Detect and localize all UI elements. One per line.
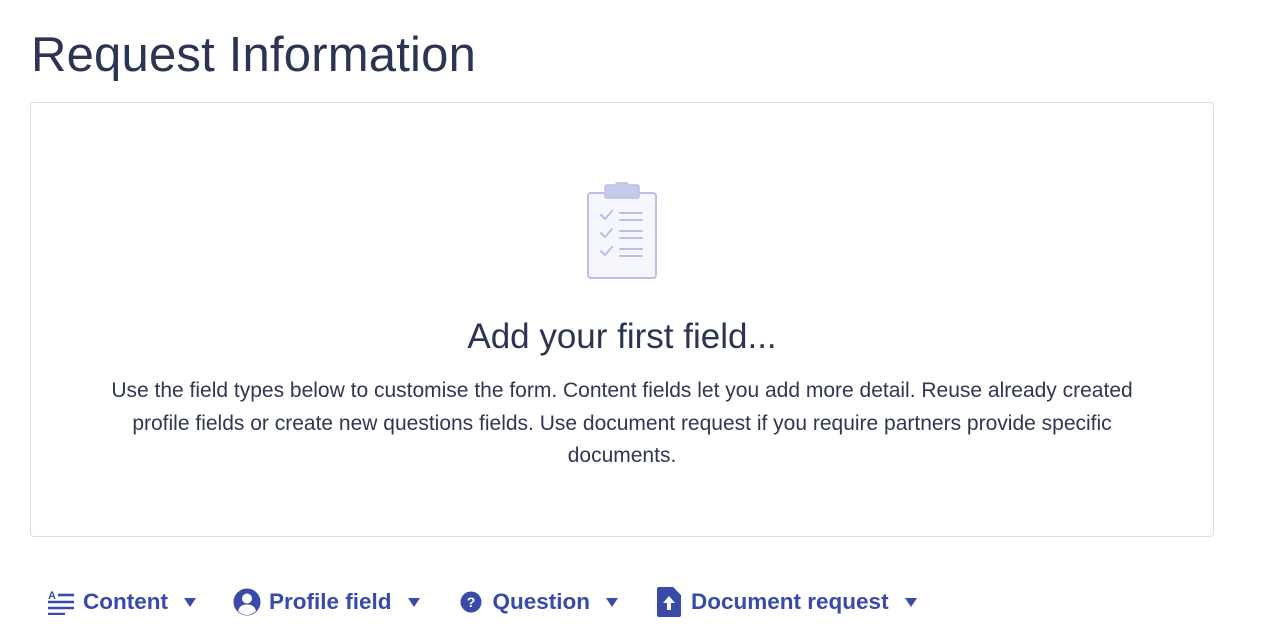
content-button[interactable]: A Content xyxy=(46,580,197,624)
field-type-toolbar: A Content Profile field ? Question Docum… xyxy=(46,580,953,624)
chevron-down-icon xyxy=(183,595,197,609)
user-circle-icon xyxy=(232,587,262,617)
text-content-icon: A xyxy=(46,587,76,617)
svg-text:A: A xyxy=(48,590,56,602)
question-button-label: Question xyxy=(492,589,591,614)
clipboard-checklist-icon xyxy=(587,182,657,279)
document-upload-icon xyxy=(654,587,684,617)
chevron-down-icon xyxy=(407,595,421,609)
profile-field-button-label: Profile field xyxy=(268,589,392,614)
empty-state-heading: Add your first field... xyxy=(467,317,777,356)
profile-field-button[interactable]: Profile field xyxy=(232,580,421,624)
empty-state-description: Use the field types below to customise t… xyxy=(111,379,1133,467)
question-button[interactable]: ? Question xyxy=(456,580,620,624)
question-circle-icon: ? xyxy=(456,587,486,617)
chevron-down-icon xyxy=(904,595,918,609)
document-request-button-label: Document request xyxy=(691,589,889,614)
content-button-label: Content xyxy=(83,589,168,614)
svg-text:?: ? xyxy=(466,594,475,610)
document-request-button[interactable]: Document request xyxy=(654,580,918,624)
chevron-down-icon xyxy=(605,595,619,609)
page-title: Request Information xyxy=(31,28,477,82)
